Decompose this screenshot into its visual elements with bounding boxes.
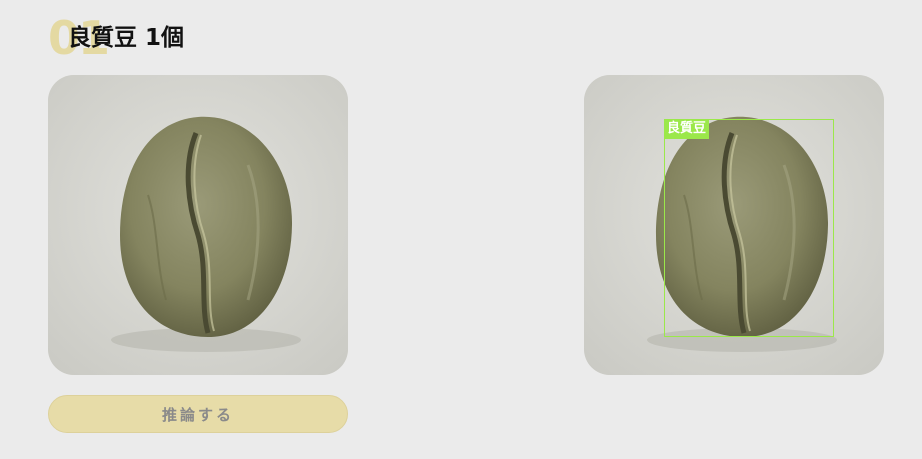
section-heading: 01 良質豆 1個 xyxy=(48,12,348,64)
input-image xyxy=(48,75,348,375)
detection-label: 良質豆 xyxy=(664,119,710,139)
coffee-bean-photo xyxy=(48,75,348,375)
result-image: 良質豆 xyxy=(584,75,884,375)
detection-box: 良質豆 xyxy=(664,119,834,337)
infer-button[interactable]: 推論する xyxy=(48,395,348,433)
section-title: 良質豆 1個 xyxy=(68,25,185,51)
